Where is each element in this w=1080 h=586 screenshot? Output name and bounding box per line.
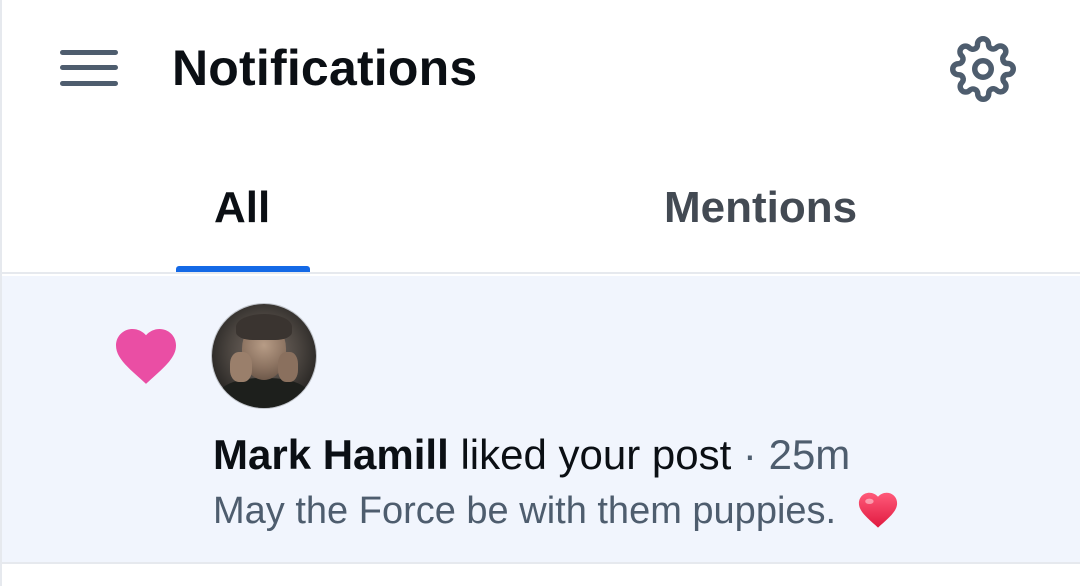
author-name[interactable]: Mark Hamill — [213, 431, 449, 478]
timestamp: 25m — [768, 431, 851, 478]
red-heart-emoji-icon — [858, 492, 897, 528]
avatar-hair — [236, 314, 292, 340]
tab-bar: All Mentions — [2, 140, 1080, 274]
header-bar: Notifications — [2, 0, 1080, 140]
tab-mentions[interactable]: Mentions — [664, 178, 857, 238]
active-tab-indicator — [176, 266, 310, 272]
notifications-screen: Notifications All Mentions Mark Hamill l… — [0, 0, 1080, 586]
notification-summary: Mark Hamill liked your post · 25m — [213, 428, 850, 482]
menu-button[interactable] — [58, 44, 120, 90]
gear-icon — [950, 36, 1016, 102]
post-preview: May the Force be with them puppies. — [213, 486, 901, 536]
list-bottom-area — [2, 564, 1080, 586]
hamburger-menu-icon-bar — [60, 65, 118, 70]
avatar-body — [218, 378, 310, 408]
page-title: Notifications — [172, 40, 478, 96]
hamburger-menu-icon — [60, 50, 118, 55]
tab-all[interactable]: All — [214, 178, 270, 238]
notification-item[interactable]: Mark Hamill liked your post · 25m May th… — [2, 276, 1080, 564]
separator-dot: · — [742, 431, 757, 478]
hamburger-menu-icon-bar — [60, 81, 118, 86]
notification-action: liked your post — [460, 431, 732, 478]
avatar-hand — [278, 352, 298, 382]
post-preview-text: May the Force be with them puppies. — [213, 490, 837, 532]
heart-icon — [116, 329, 176, 384]
avatar-hand — [230, 352, 252, 382]
avatar[interactable] — [212, 304, 316, 408]
settings-button[interactable] — [948, 36, 1018, 102]
